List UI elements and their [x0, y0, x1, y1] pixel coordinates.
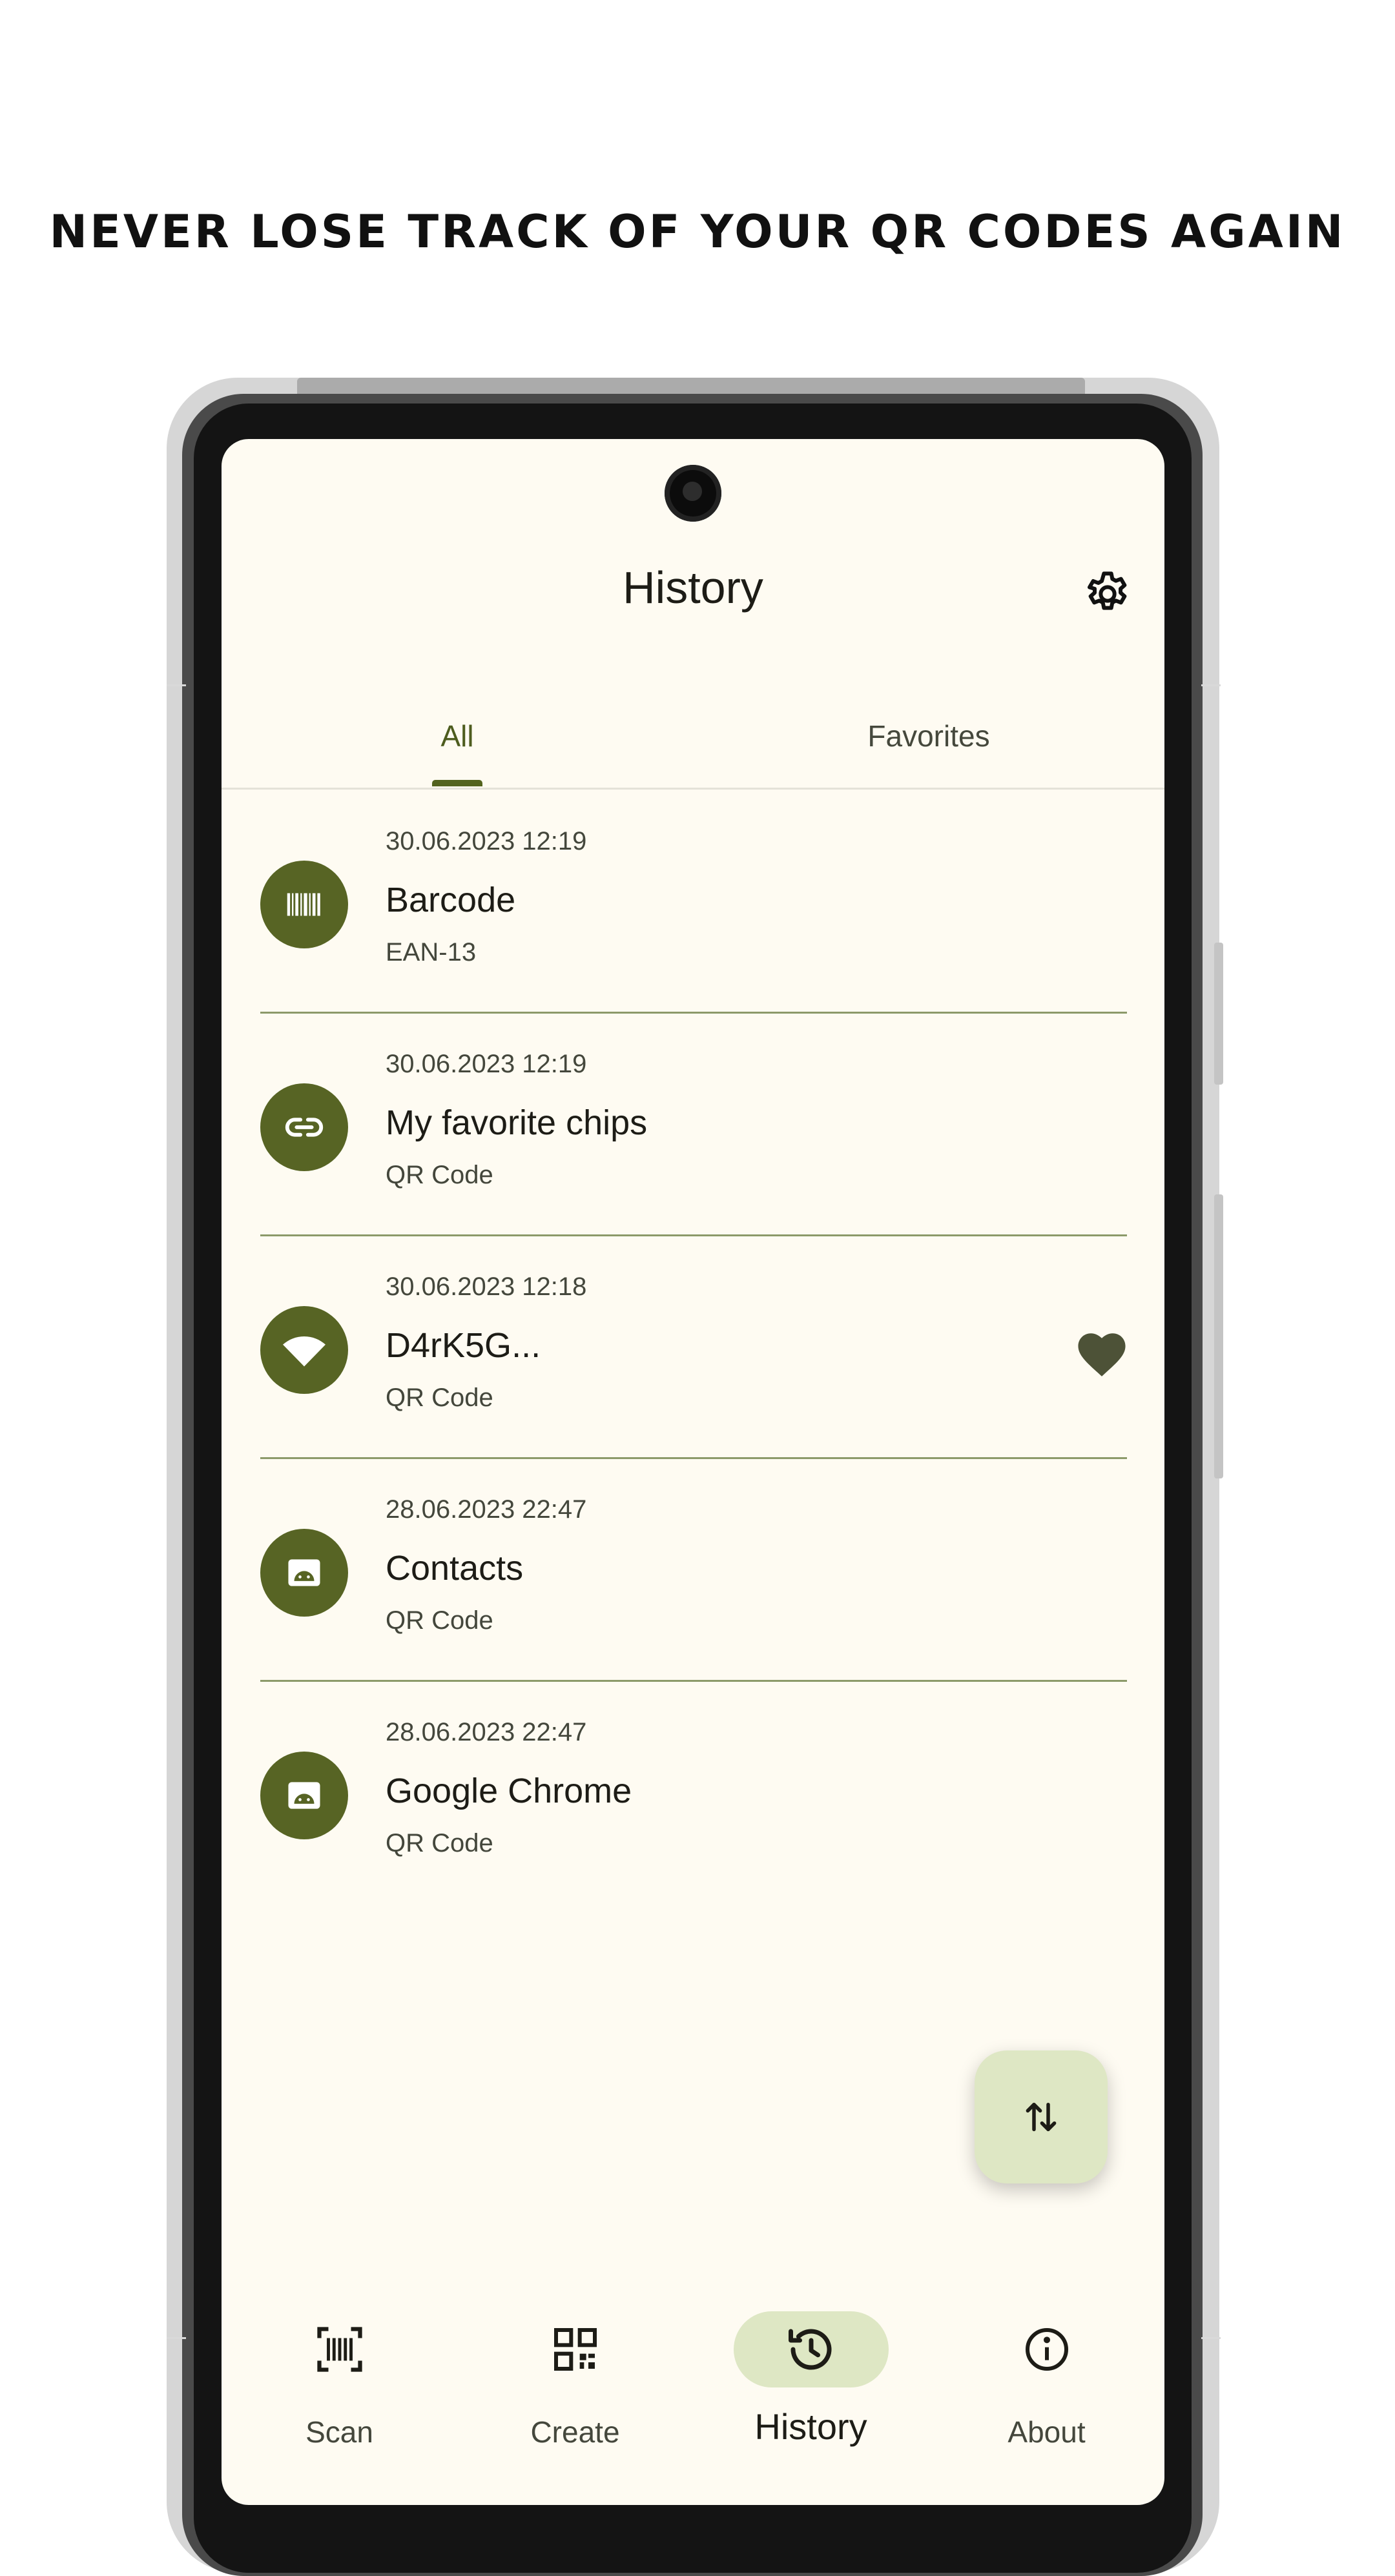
item-date: 30.06.2023 12:19 [386, 1050, 587, 1078]
history-item[interactable]: 30.06.2023 12:19 My favorite chips QR Co… [222, 1014, 1164, 1236]
barcode-scan-icon [262, 2311, 417, 2387]
nav-item-scan[interactable]: Scan [222, 2285, 457, 2505]
history-list: 30.06.2023 12:19 Barcode EAN-13 30.06.20… [222, 791, 1164, 1905]
tab-indicator [432, 780, 482, 786]
nav-label: About [1008, 2415, 1086, 2449]
nav-label: Create [530, 2415, 620, 2449]
qr-code-icon [498, 2311, 653, 2387]
item-type: EAN-13 [386, 938, 477, 966]
sort-button[interactable] [975, 2050, 1108, 2183]
phone-edge-line [167, 684, 186, 686]
history-icon [733, 2311, 889, 2387]
nav-label: Scan [305, 2415, 373, 2449]
item-type: QR Code [386, 1829, 493, 1857]
item-name: Google Chrome [386, 1772, 632, 1810]
history-item[interactable]: 28.06.2023 22:47 Google Chrome QR Code [222, 1682, 1164, 1905]
app-screen: History All Favorites 30.06.2023 12:19 B… [222, 439, 1164, 2505]
bottom-navigation: Scan Create History About [222, 2285, 1164, 2505]
nav-item-history[interactable]: History [693, 2285, 929, 2505]
item-name: Barcode [386, 881, 516, 919]
item-type: QR Code [386, 1606, 493, 1635]
wifi-icon [260, 1306, 348, 1394]
favorite-heart-icon[interactable] [1074, 1327, 1130, 1378]
phone-edge-line [1201, 2337, 1221, 2339]
history-item[interactable]: 30.06.2023 12:19 Barcode EAN-13 [222, 791, 1164, 1014]
nav-item-about[interactable]: About [929, 2285, 1164, 2505]
item-type: QR Code [386, 1384, 493, 1412]
info-icon [969, 2311, 1124, 2387]
phone-edge-line [167, 2337, 186, 2339]
android-app-icon [260, 1752, 348, 1839]
front-camera [665, 465, 721, 522]
item-date: 28.06.2023 22:47 [386, 1718, 587, 1746]
phone-power-button [1214, 943, 1223, 1085]
settings-gear-icon[interactable] [1082, 568, 1133, 620]
sort-arrows-icon [1026, 2103, 1057, 2131]
nav-item-create[interactable]: Create [457, 2285, 693, 2505]
phone-volume-button [1214, 1194, 1223, 1478]
phone-edge-line [1201, 684, 1221, 686]
item-type: QR Code [386, 1161, 493, 1189]
headline: NEVER LOSE TRACK OF YOUR QR CODES AGAIN [49, 205, 1346, 258]
tab-favorites[interactable]: Favorites [693, 697, 1164, 788]
item-name: Contacts [386, 1549, 524, 1588]
tab-all[interactable]: All [222, 697, 693, 788]
history-item[interactable]: 30.06.2023 12:18 D4rK5G... QR Code [222, 1236, 1164, 1459]
item-name: My favorite chips [386, 1103, 648, 1142]
barcode-icon [260, 861, 348, 948]
nav-label: History [754, 2406, 867, 2447]
history-tabs: All Favorites [222, 697, 1164, 790]
tab-all-label: All [440, 719, 474, 753]
tab-favorites-label: Favorites [867, 719, 990, 753]
item-date: 30.06.2023 12:18 [386, 1273, 587, 1301]
android-app-icon [260, 1529, 348, 1617]
item-date: 28.06.2023 22:47 [386, 1495, 587, 1524]
item-date: 30.06.2023 12:19 [386, 827, 587, 855]
link-icon [260, 1083, 348, 1171]
page-title: History [623, 562, 763, 613]
item-name: D4rK5G... [386, 1326, 541, 1365]
history-item[interactable]: 28.06.2023 22:47 Contacts QR Code [222, 1459, 1164, 1682]
